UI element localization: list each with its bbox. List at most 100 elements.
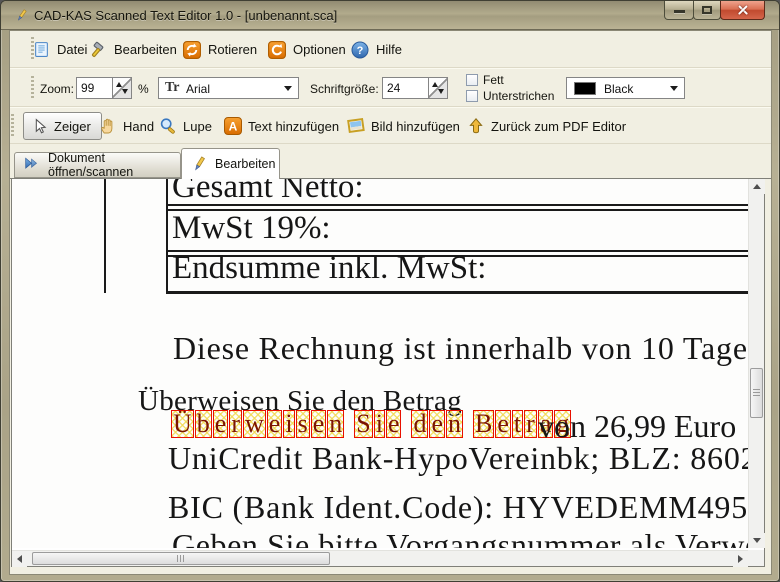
toolbar-gripper[interactable] [11,114,14,138]
scroll-left-button[interactable] [12,551,27,567]
bold-checkbox[interactable]: Fett [466,72,554,88]
add-image-label: Bild hinzufügen [371,119,460,134]
spin-up-icon [432,82,438,87]
scan-icon [23,156,41,174]
scroll-up-icon [753,184,761,189]
tab-open-scan[interactable]: Dokument öffnen/scannen [14,152,181,178]
scroll-right-icon [738,555,743,563]
title-bar[interactable]: CAD-KAS Scanned Text Editor 1.0 - [unben… [1,1,779,30]
scrollbar-corner [748,550,764,566]
zoom-input[interactable] [76,77,113,99]
vertical-scroll-thumb[interactable] [750,368,763,418]
underline-checkbox-box [466,90,478,102]
ocr-selection[interactable]: ÜberweisenSiedenBetrag [171,410,572,438]
font-size-input[interactable] [382,77,429,99]
add-image-icon [347,117,365,135]
document-panel: Gesamt Netto: MwSt 19%: Endsumme inkl. M… [11,179,765,567]
client-area: Datei Bearbeiten Rotieren Optionen ? Hil… [9,30,772,575]
menu-item-rotieren[interactable]: Rotieren [183,36,257,63]
svg-text:A: A [229,120,238,134]
scan-bank-line: UniCredit Bank-HypoVereinbk; BLZ: 860200 [168,442,748,474]
hand-tool-button[interactable]: Hand [99,112,154,140]
zoom-unit-label: % [138,82,149,96]
menu-item-label: Bearbeiten [114,42,177,57]
window-controls [665,1,765,20]
scan-bic-line: BIC (Bank Ident.Code): HYVEDEMM495; IB [168,491,748,523]
vertical-scrollbar[interactable] [748,179,764,548]
menu-item-datei[interactable]: Datei [33,36,87,63]
bold-checkbox-box [466,74,478,86]
zoom-stepper[interactable] [113,77,132,99]
up-arrow-icon [467,117,485,135]
menu-item-optionen[interactable]: Optionen [268,36,346,63]
maximize-button[interactable] [693,1,721,20]
menu-item-label: Hilfe [376,42,402,57]
hand-icon [99,117,117,135]
menu-item-label: Rotieren [208,42,257,57]
loupe-tool-label: Lupe [183,119,212,134]
scan-payment-terms: Diese Rechnung ist innerhalb von 10 Tage… [173,332,748,364]
scroll-up-button[interactable] [749,179,765,194]
horizontal-scrollbar[interactable] [12,550,748,566]
document-viewport[interactable]: Gesamt Netto: MwSt 19%: Endsumme inkl. M… [12,179,748,548]
dropdown-arrow-icon [670,86,678,91]
toolbar-gripper[interactable] [31,76,34,100]
table-rule [166,291,748,294]
color-combobox[interactable]: Black [566,77,685,99]
file-icon [33,41,50,58]
underline-checkbox-label: Unterstrichen [483,89,554,103]
menu-item-bearbeiten[interactable]: Bearbeiten [89,36,177,63]
font-size-stepper[interactable] [429,77,448,99]
scroll-down-button[interactable] [749,533,765,548]
hammer-icon [89,41,107,59]
options-icon [268,41,286,59]
cursor-icon [31,118,48,135]
scan-amount-rest: von 26,99 Euro [538,410,736,442]
menu-toolbar: Datei Bearbeiten Rotieren Optionen ? Hil… [10,31,771,68]
magnifier-icon [159,117,177,135]
spin-down-icon [122,89,128,94]
add-text-icon: A [224,117,242,135]
close-button[interactable] [720,1,765,20]
pen-icon [190,155,208,173]
pointer-tool-button[interactable]: Zeiger [23,112,102,140]
bold-checkbox-label: Fett [483,73,504,87]
table-border-column [166,179,168,293]
color-swatch [574,82,596,95]
table-border-left [104,179,106,293]
back-to-pdf-label: Zurück zum PDF Editor [491,119,626,134]
underline-checkbox[interactable]: Unterstrichen [466,88,554,104]
format-toolbar: Zoom: % Tr Arial Schriftgröße: Fett [10,69,771,107]
close-icon [737,4,749,16]
maximize-icon [702,6,712,14]
style-checkboxes: Fett Unterstrichen [466,72,554,104]
thumb-grip-icon [177,555,186,562]
add-text-button[interactable]: A Text hinzufügen [224,112,339,140]
zoom-label: Zoom: [40,82,74,96]
scan-bottom-partial-line: Geben Sie bitte Vorgangsnummer als Verwe… [172,529,748,548]
back-to-pdf-button[interactable]: Zurück zum PDF Editor [467,112,626,140]
scroll-right-button[interactable] [733,551,748,567]
font-name-value: Arial [186,82,210,96]
minimize-icon [674,10,685,13]
color-name-value: Black [604,82,633,96]
scroll-left-icon [17,555,22,563]
minimize-button[interactable] [664,1,694,20]
add-text-label: Text hinzufügen [248,119,339,134]
loupe-tool-button[interactable]: Lupe [159,112,212,140]
menu-item-label: Datei [57,42,87,57]
svg-text:?: ? [357,45,364,57]
scan-table-row: Endsumme inkl. MwSt: [172,252,486,285]
tab-strip: Dokument öffnen/scannen Bearbeiten [10,144,771,179]
horizontal-scroll-thumb[interactable] [32,552,330,565]
scan-table-row: MwSt 19%: [172,212,331,245]
menu-item-hilfe[interactable]: ? Hilfe [351,36,402,63]
font-combobox[interactable]: Tr Arial [158,77,299,99]
spin-down-icon [438,89,444,94]
scroll-down-icon [753,538,761,543]
app-icon [14,8,29,23]
tab-edit-label: Bearbeiten [215,157,275,171]
app-window: CAD-KAS Scanned Text Editor 1.0 - [unben… [0,0,780,582]
add-image-button[interactable]: Bild hinzufügen [347,112,460,140]
tab-edit[interactable]: Bearbeiten [181,148,280,179]
